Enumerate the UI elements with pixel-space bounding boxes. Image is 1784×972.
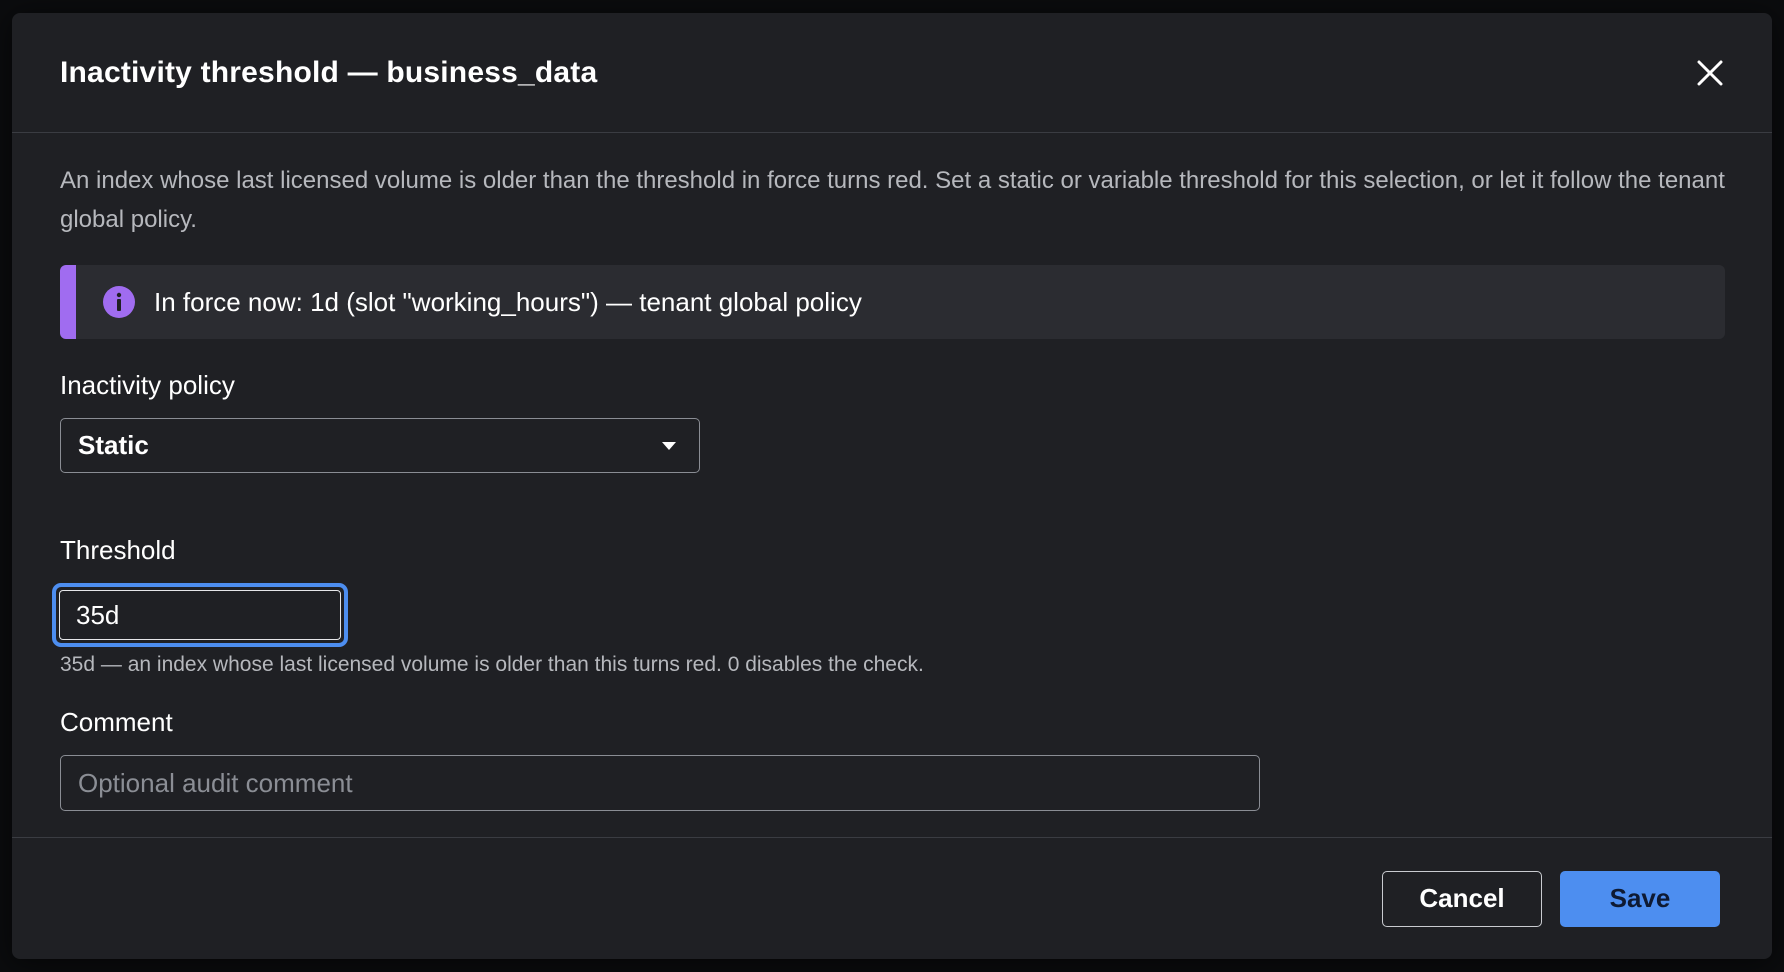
callout-text: In force now: 1d (slot "working_hours") … — [154, 286, 862, 317]
threshold-label: Threshold — [60, 535, 176, 565]
policy-select[interactable]: Static — [60, 418, 700, 473]
cancel-button[interactable]: Cancel — [1382, 870, 1542, 927]
threshold-input[interactable] — [59, 590, 341, 640]
dialog-body: An index whose last licensed volume is o… — [12, 133, 1772, 838]
inactivity-threshold-dialog: Inactivity threshold — business_data An … — [12, 13, 1772, 959]
policy-label: Inactivity policy — [60, 370, 235, 400]
comment-label: Comment — [60, 707, 173, 737]
dialog-title: Inactivity threshold — business_data — [60, 55, 598, 89]
close-icon — [1697, 60, 1723, 85]
threshold-focus-ring — [52, 583, 348, 647]
dialog-header: Inactivity threshold — business_data — [12, 13, 1772, 133]
dialog-footer: Cancel Save — [12, 837, 1772, 959]
comment-input[interactable] — [60, 755, 1260, 811]
close-button[interactable] — [1688, 51, 1732, 95]
policy-select-value: Static — [78, 430, 149, 460]
in-force-callout: In force now: 1d (slot "working_hours") … — [60, 265, 1725, 339]
threshold-help-text: 35d — an index whose last licensed volum… — [60, 653, 924, 676]
save-button[interactable]: Save — [1560, 870, 1720, 927]
caret-down-icon — [662, 441, 676, 450]
dialog-description: An index whose last licensed volume is o… — [60, 167, 1725, 233]
info-icon — [103, 286, 135, 318]
